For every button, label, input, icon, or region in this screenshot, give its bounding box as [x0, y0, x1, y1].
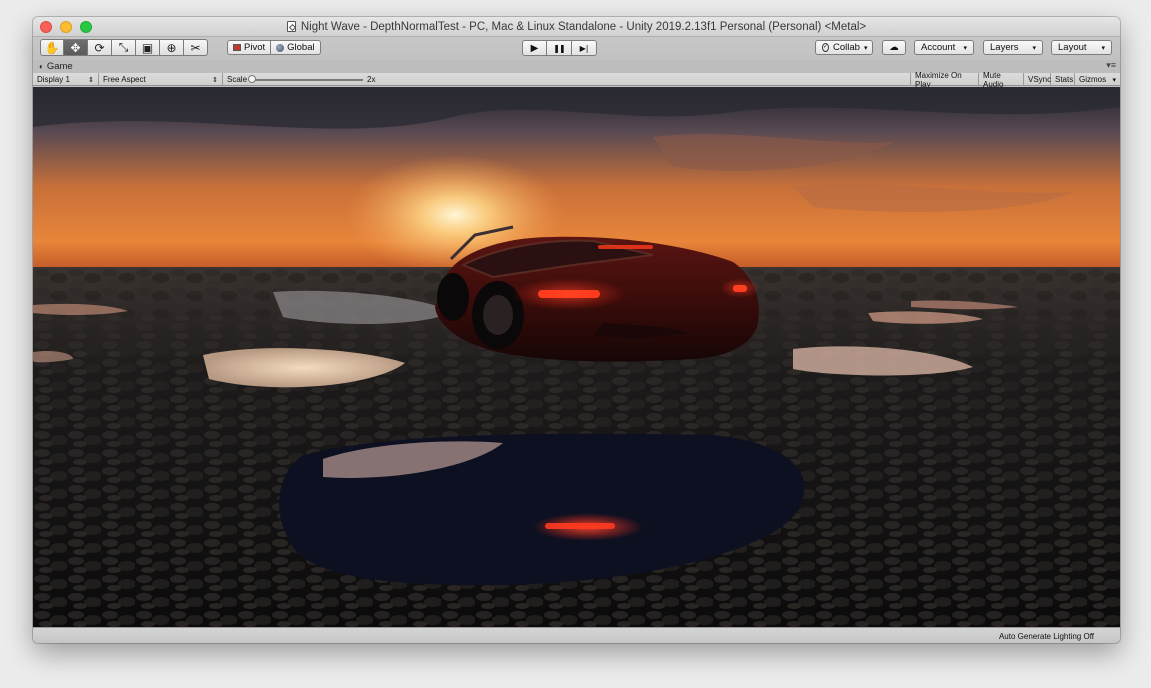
aspect-dropdown[interactable]: Free Aspect ⇕ — [99, 73, 223, 86]
rect-icon: ▣ — [141, 40, 154, 55]
game-controller-icon: ◐ — [39, 62, 44, 71]
chevron-down-icon: ▾ — [1032, 44, 1036, 52]
step-icon: ▶❘ — [579, 43, 591, 53]
global-label: Global — [287, 42, 315, 53]
rotate-icon: ⟳ — [94, 40, 105, 55]
collab-dropdown[interactable]: ✓ Collab ▾ — [815, 40, 873, 55]
step-button[interactable]: ▶❘ — [572, 40, 597, 56]
play-icon: ▶ — [530, 42, 539, 54]
hand-tool-button[interactable]: ✋ — [40, 39, 64, 56]
layers-label: Layers — [990, 42, 1019, 53]
collab-check-icon: ✓ — [822, 43, 830, 52]
vsync-toggle[interactable]: VSync — [1024, 73, 1051, 86]
playback-controls: ▶ ❚❚ ▶❘ — [522, 40, 597, 56]
tab-game-label: Game — [46, 61, 73, 72]
window-controls — [40, 21, 92, 33]
collab-label: Collab — [833, 42, 860, 53]
pivot-global-toggle: Pivot Global — [227, 40, 321, 55]
game-viewport[interactable] — [33, 87, 1120, 627]
chevron-down-icon: ▾ — [1101, 44, 1105, 52]
account-label: Account — [921, 42, 956, 53]
aspect-label: Free Aspect — [103, 75, 146, 84]
pivot-button[interactable]: Pivot — [227, 40, 272, 55]
menu-icon: ▾≡ — [1106, 60, 1116, 70]
account-dropdown[interactable]: Account ▾ — [914, 40, 974, 55]
display-dropdown[interactable]: Display 1 ⇕ — [33, 73, 99, 86]
globe-icon — [276, 43, 285, 52]
maximize-on-play-toggle[interactable]: Maximize On Play — [911, 70, 979, 89]
chevron-updown-icon: ⇕ — [212, 76, 218, 84]
vsync-label: VSync — [1028, 75, 1052, 84]
move-tool-button[interactable]: ✥ — [64, 39, 88, 56]
tab-options-menu[interactable]: ▾≡ — [1106, 60, 1116, 71]
rect-tool-button[interactable]: ▣ — [136, 39, 160, 56]
tab-game[interactable]: ◐ Game — [39, 61, 73, 72]
minimize-window-button[interactable] — [60, 21, 72, 33]
gizmos-dropdown[interactable]: Gizmos ▾ — [1075, 73, 1120, 86]
scale-tool-button[interactable]: ⤡ — [112, 39, 136, 56]
pivot-label: Pivot — [244, 42, 266, 53]
maximize-window-button[interactable] — [80, 21, 92, 33]
display-label: Display 1 — [37, 75, 70, 84]
chevron-down-icon: ▾ — [863, 44, 868, 52]
game-view-toolbar: Display 1 ⇕ Free Aspect ⇕ Scale 2x Maxim… — [33, 70, 1120, 89]
layers-dropdown[interactable]: Layers ▾ — [983, 40, 1043, 55]
title-bar: Night Wave - DepthNormalTest - PC, Mac &… — [33, 17, 1120, 37]
move-icon: ✥ — [70, 40, 81, 55]
chevron-down-icon: ▾ — [1112, 76, 1116, 84]
status-bar: Auto Generate Lighting Off — [33, 627, 1120, 643]
window-title: Night Wave - DepthNormalTest - PC, Mac &… — [286, 20, 867, 33]
scale-slider-track[interactable] — [253, 79, 363, 81]
unity-document-icon — [286, 21, 296, 32]
unity-editor-window: Night Wave - DepthNormalTest - PC, Mac &… — [33, 17, 1120, 643]
maximize-on-play-label: Maximize On Play — [915, 70, 962, 89]
scale-icon: ⤡ — [118, 40, 129, 54]
layout-label: Layout — [1058, 42, 1087, 53]
scale-slider-handle[interactable] — [248, 75, 256, 83]
hand-icon: ✋ — [44, 40, 60, 55]
pause-icon: ❚❚ — [553, 43, 565, 53]
global-button[interactable]: Global — [271, 40, 321, 55]
pivot-icon — [233, 44, 241, 51]
play-button[interactable]: ▶ — [522, 40, 547, 56]
scale-label: Scale — [227, 75, 248, 84]
rotate-tool-button[interactable]: ⟳ — [88, 39, 112, 56]
window-title-text: Night Wave - DepthNormalTest - PC, Mac &… — [300, 20, 867, 33]
transform-tool-button[interactable]: ⊕ — [160, 39, 184, 56]
tools-icon: ✂ — [190, 40, 201, 55]
stats-toggle[interactable]: Stats — [1051, 73, 1075, 86]
pause-button[interactable]: ❚❚ — [547, 40, 572, 56]
chevron-down-icon: ▾ — [963, 44, 967, 52]
gizmos-label: Gizmos — [1079, 75, 1107, 84]
custom-tool-button[interactable]: ✂ — [184, 39, 208, 56]
game-render-image — [33, 87, 1120, 627]
mute-audio-toggle[interactable]: Mute Audio — [979, 70, 1024, 89]
stats-label: Stats — [1055, 75, 1074, 84]
chevron-updown-icon: ⇕ — [88, 76, 94, 84]
mute-audio-label: Mute Audio — [983, 70, 1004, 89]
cloud-icon: ☁ — [889, 42, 899, 53]
transform-icon: ⊕ — [166, 40, 177, 55]
lighting-status: Auto Generate Lighting Off — [998, 632, 1094, 641]
transform-tools: ✋ ✥ ⟳ ⤡ ▣ ⊕ ✂ — [40, 39, 208, 56]
close-window-button[interactable] — [40, 21, 52, 33]
cloud-button[interactable]: ☁ — [882, 40, 906, 55]
scale-value: 2x — [367, 75, 376, 84]
layout-dropdown[interactable]: Layout ▾ — [1051, 40, 1112, 55]
